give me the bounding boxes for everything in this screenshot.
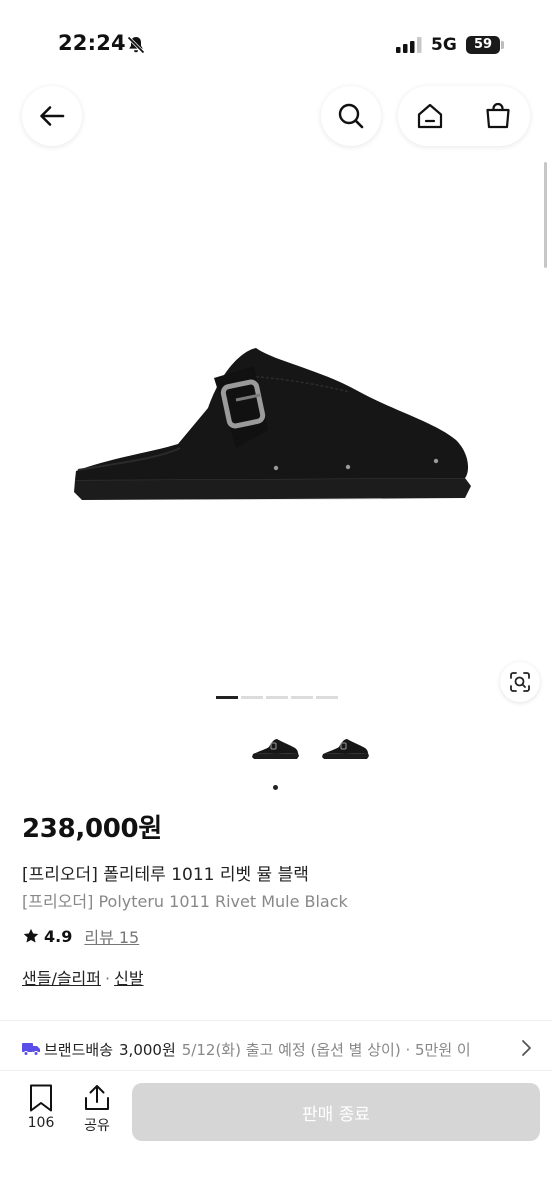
chevron-right-icon <box>522 1040 531 1056</box>
delivery-info-row[interactable]: 브랜드배송 3,000원 5/12(화) 출고 예정 (옵션 별 상이) · 5… <box>22 1037 542 1061</box>
review-link[interactable]: 리뷰 15 <box>84 924 139 948</box>
status-bar: 22:24 5G 59 <box>0 0 552 90</box>
category-link-shoes[interactable]: 신발 <box>114 969 143 988</box>
image-search-icon <box>510 672 530 692</box>
thumbnail-2[interactable] <box>320 733 370 763</box>
slide-indicator-2[interactable] <box>241 696 263 699</box>
delivery-price: 3,000원 <box>119 1040 176 1059</box>
category-separator: · <box>105 969 111 988</box>
category-link-sandals[interactable]: 샌들/슬리퍼 <box>22 969 101 988</box>
product-price: 238,000원 <box>22 814 162 844</box>
battery-cap <box>501 41 504 49</box>
search-icon <box>338 103 364 129</box>
star-icon <box>23 928 39 943</box>
cart-button[interactable] <box>478 96 518 136</box>
home-button[interactable] <box>410 96 450 136</box>
bookmark-icon <box>30 1084 52 1112</box>
bottom-action-bar: 106 공유 판매 종료 <box>0 1070 552 1200</box>
slide-indicator-3[interactable] <box>266 696 288 699</box>
section-divider <box>0 1020 552 1021</box>
rating-row: 4.9 리뷰 15 <box>22 924 139 948</box>
rating-score: 4.9 <box>44 926 73 946</box>
like-button[interactable]: 106 <box>18 1083 64 1131</box>
delivery-detail-button[interactable] <box>514 1036 538 1060</box>
back-button[interactable] <box>22 86 82 146</box>
search-button[interactable] <box>321 86 381 146</box>
category-breadcrumb: 샌들/슬리퍼 · 신발 <box>22 965 144 989</box>
share-icon <box>85 1085 109 1110</box>
slide-indicator-4[interactable] <box>291 696 313 699</box>
slide-indicators <box>216 696 338 700</box>
share-label: 공유 <box>84 1118 110 1134</box>
status-time: 22:24 <box>58 31 126 55</box>
delivery-note: 5/12(화) 출고 예정 (옵션 별 상이) · 5만원 이 <box>181 1040 471 1059</box>
product-title-en: [프리오더] Polyteru 1011 Rivet Mule Black <box>22 892 348 911</box>
cellular-signal-icon <box>396 37 422 53</box>
thumbnail-1[interactable] <box>250 733 300 763</box>
back-arrow-icon <box>40 106 65 126</box>
header-actions <box>398 86 530 146</box>
slide-indicator-5[interactable] <box>316 696 338 699</box>
battery-icon: 59 <box>466 36 500 54</box>
image-search-button[interactable] <box>500 662 540 702</box>
product-image[interactable] <box>60 330 480 520</box>
like-count: 106 <box>27 1115 55 1131</box>
home-icon <box>417 103 443 129</box>
share-button[interactable]: 공유 <box>74 1083 120 1135</box>
product-title-ko: [프리오더] 폴리테루 1011 리벳 뮬 블랙 <box>22 865 309 885</box>
thumbnail-indicator-dot <box>273 785 278 790</box>
shopping-bag-icon <box>486 102 510 129</box>
scroll-indicator[interactable] <box>544 162 547 268</box>
network-type: 5G <box>431 35 457 55</box>
sold-out-button[interactable]: 판매 종료 <box>132 1083 540 1141</box>
delivery-label: 브랜드배송 <box>44 1040 114 1059</box>
bell-muted-icon <box>127 36 145 54</box>
slide-indicator-1[interactable] <box>216 696 238 699</box>
truck-icon <box>22 1043 40 1056</box>
thumbnail-strip <box>250 733 370 763</box>
